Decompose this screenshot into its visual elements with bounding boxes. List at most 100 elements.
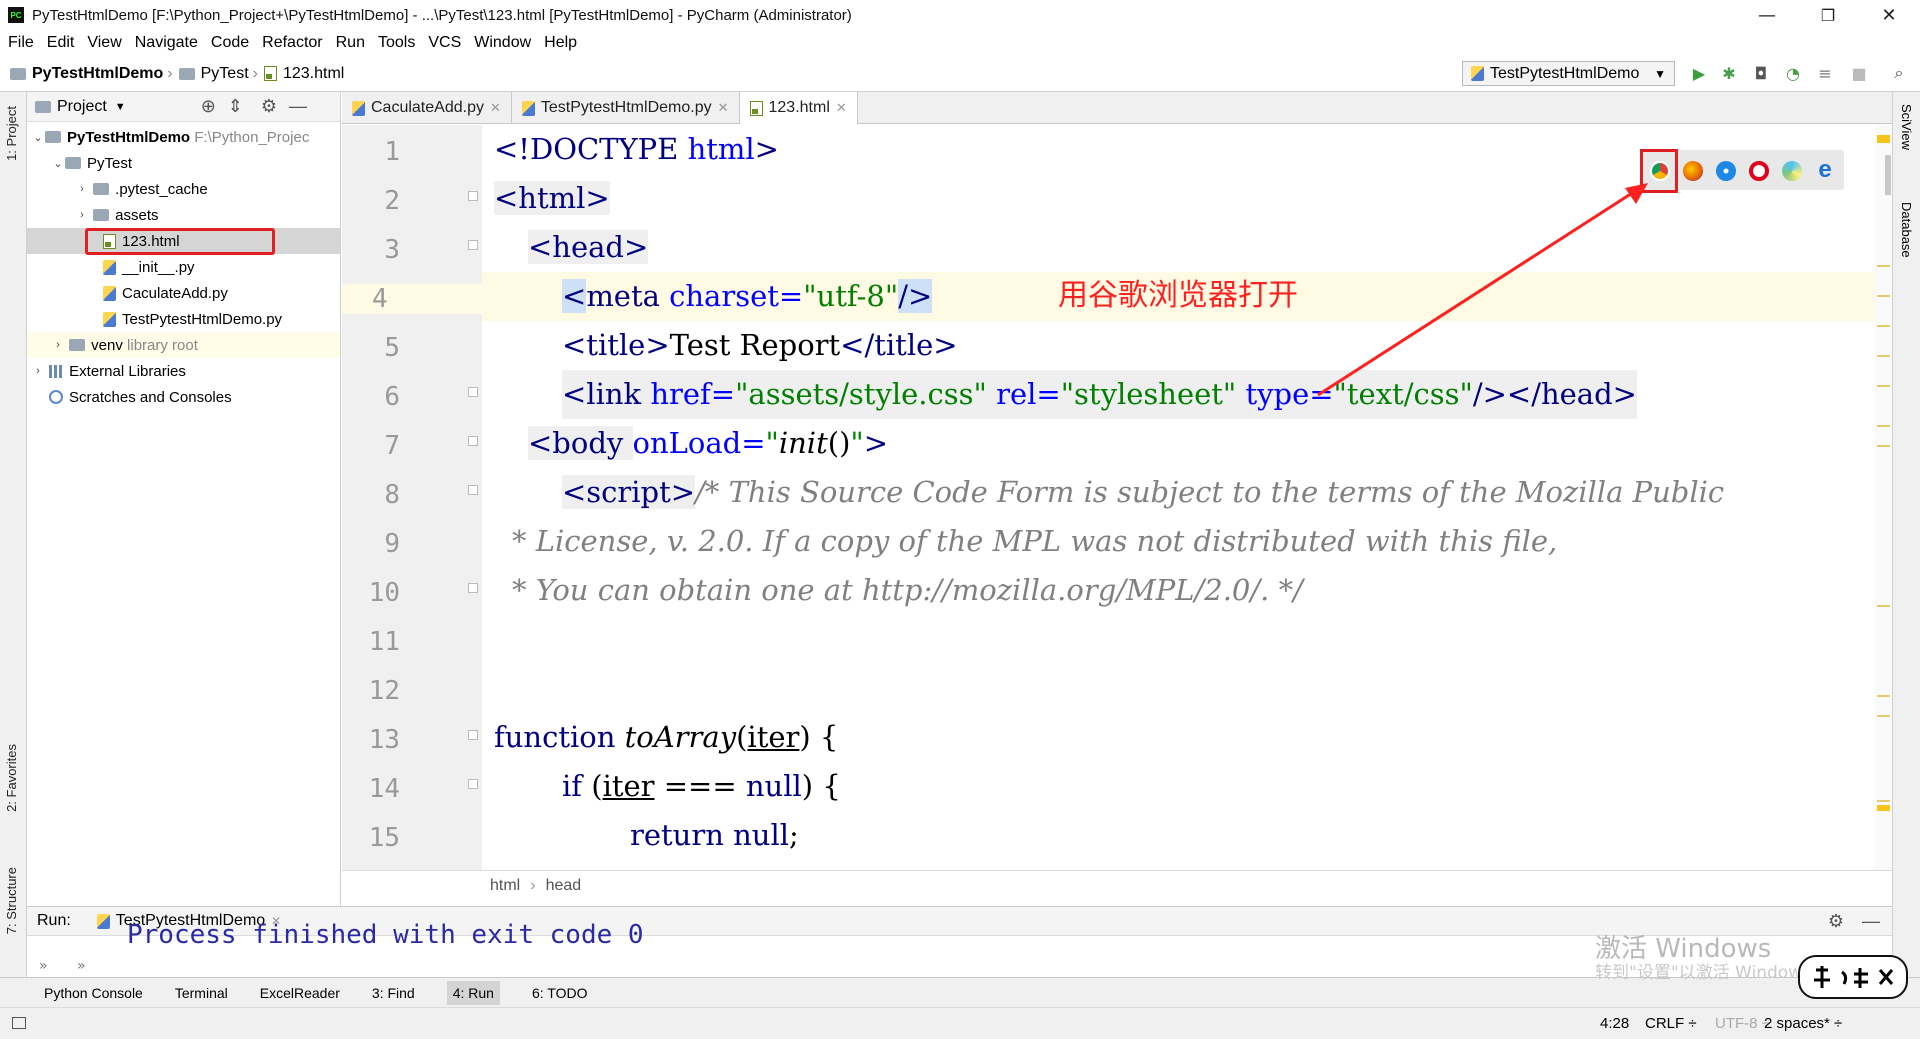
usage-mark[interactable] <box>1877 325 1890 327</box>
usage-mark[interactable] <box>1877 715 1890 717</box>
tool-todo[interactable]: 6: TODO <box>532 985 588 1001</box>
tree-item-external-libraries[interactable]: › External Libraries <box>27 358 340 384</box>
tool-run[interactable]: 4: Run <box>446 980 500 1005</box>
indent-setting[interactable]: 2 spaces* ÷ <box>1764 1015 1842 1032</box>
tab-database[interactable]: Database <box>1899 202 1914 258</box>
usage-mark[interactable] <box>1877 605 1890 607</box>
line-number: 6 <box>384 382 400 412</box>
line-separator[interactable]: CRLF ÷ <box>1645 1015 1697 1032</box>
usage-mark[interactable] <box>1877 265 1890 267</box>
warning-mark[interactable] <box>1877 135 1890 143</box>
fold-marker-icon[interactable] <box>468 730 478 740</box>
file-encoding[interactable]: UTF-8 ÷ <box>1715 1015 1770 1032</box>
scrollbar-thumb[interactable] <box>1885 155 1891 195</box>
usage-mark[interactable] <box>1877 295 1890 297</box>
coverage-icon[interactable]: ◘ <box>1752 64 1770 83</box>
tab-caculateadd[interactable]: CaculateAdd.py ✕ <box>342 92 512 124</box>
tab-favorites[interactable]: 2: Favorites <box>4 744 19 812</box>
nav-project[interactable]: PyTestHtmlDemo <box>10 65 163 83</box>
maximize-button[interactable]: ❐ <box>1798 0 1858 30</box>
run-config-select[interactable]: TestPytestHtmlDemo ▼ <box>1462 61 1675 86</box>
yandex-icon[interactable] <box>1782 161 1802 181</box>
warning-mark[interactable] <box>1877 805 1890 811</box>
code-editor[interactable]: <!DOCTYPE html> <html> <head> <meta char… <box>482 125 1892 870</box>
tab-project[interactable]: 1: Project <box>4 106 19 161</box>
firefox-icon[interactable] <box>1683 161 1703 181</box>
cursor-position[interactable]: 4:28 <box>1600 1015 1629 1032</box>
close-icon[interactable]: ✕ <box>490 100 501 116</box>
collapse-icon[interactable]: ⇕ <box>228 96 243 117</box>
toggle-panels-icon[interactable] <box>12 1017 26 1029</box>
editor-scrollbar[interactable] <box>1875 125 1892 870</box>
tree-item-pytest-cache[interactable]: › .pytest_cache <box>27 176 340 202</box>
tab-testpytesthtmldemo[interactable]: TestPytestHtmlDemo.py ✕ <box>512 92 740 124</box>
menu-refactor[interactable]: Refactor <box>262 34 322 52</box>
stop-icon[interactable]: ■ <box>1850 64 1868 83</box>
fold-marker-icon[interactable] <box>468 191 478 201</box>
fold-marker-icon[interactable] <box>468 583 478 593</box>
tree-item-testpytesthtmldemo[interactable]: TestPytestHtmlDemo.py <box>27 306 340 332</box>
breadcrumb-html[interactable]: html <box>490 877 520 895</box>
tab-123-html[interactable]: 123.html ✕ <box>739 92 858 124</box>
close-icon[interactable]: ✕ <box>836 100 847 116</box>
usage-mark[interactable] <box>1877 800 1890 802</box>
fold-marker-icon[interactable] <box>468 240 478 250</box>
minimize-button[interactable]: — <box>1737 0 1797 30</box>
tool-find[interactable]: 3: Find <box>372 985 415 1001</box>
menu-run[interactable]: Run <box>336 34 365 52</box>
more-icon[interactable]: » <box>77 958 86 974</box>
chevron-down-icon[interactable]: ▼ <box>115 101 126 113</box>
tool-excelreader[interactable]: ExcelReader <box>260 985 340 1001</box>
usage-mark[interactable] <box>1877 355 1890 357</box>
fold-marker-icon[interactable] <box>468 485 478 495</box>
menu-help[interactable]: Help <box>544 34 577 52</box>
nav-file[interactable]: 123.html <box>263 65 344 83</box>
tree-item-venv[interactable]: › venv library root <box>27 332 340 358</box>
menu-file[interactable]: File <box>8 34 34 52</box>
menu-code[interactable]: Code <box>211 34 249 52</box>
menu-view[interactable]: View <box>87 34 121 52</box>
menu-tools[interactable]: Tools <box>378 34 415 52</box>
debug-icon[interactable]: ✱ <box>1720 64 1738 83</box>
profile-icon[interactable]: ◔ <box>1784 64 1802 83</box>
tree-item-assets[interactable]: › assets <box>27 202 340 228</box>
fold-marker-icon[interactable] <box>468 436 478 446</box>
tree-item-init-py[interactable]: __init__.py <box>27 254 340 280</box>
breadcrumb-head[interactable]: head <box>546 877 582 895</box>
opera-icon[interactable] <box>1749 161 1769 181</box>
tab-sciview[interactable]: SciView <box>1899 104 1914 150</box>
tool-terminal[interactable]: Terminal <box>175 985 228 1001</box>
run-icon[interactable]: ▶ <box>1690 64 1708 83</box>
usage-mark[interactable] <box>1877 695 1890 697</box>
nav-folder[interactable]: PyTest <box>178 65 249 83</box>
close-icon[interactable]: ✕ <box>718 100 729 116</box>
more-icon[interactable]: » <box>39 958 48 974</box>
gear-icon[interactable]: ⚙ <box>261 96 277 117</box>
concurrency-icon[interactable]: ≡ <box>1816 64 1834 83</box>
fold-marker-icon[interactable] <box>468 779 478 789</box>
usage-mark[interactable] <box>1877 385 1890 387</box>
hide-icon[interactable]: — <box>1862 911 1880 932</box>
gear-icon[interactable]: ⚙ <box>1828 911 1844 932</box>
fold-marker-icon[interactable] <box>468 387 478 397</box>
locate-icon[interactable]: ⊕ <box>201 96 216 117</box>
tree-item-scratches[interactable]: Scratches and Consoles <box>27 384 340 410</box>
tab-structure[interactable]: 7: Structure <box>4 867 19 934</box>
usage-mark[interactable] <box>1877 425 1890 427</box>
project-view-select[interactable]: Project <box>57 98 107 116</box>
safari-icon[interactable] <box>1716 161 1736 181</box>
ie-icon[interactable]: e <box>1815 158 1835 182</box>
search-icon[interactable]: ⌕ <box>1890 63 1908 82</box>
tool-python-console[interactable]: Python Console <box>44 985 143 1001</box>
menu-vcs[interactable]: VCS <box>428 34 461 52</box>
menu-window[interactable]: Window <box>474 34 531 52</box>
tree-item-pytest[interactable]: ⌄ PyTest <box>27 150 340 176</box>
menu-edit[interactable]: Edit <box>47 34 75 52</box>
menu-bar: File Edit View Navigate Code Refactor Ru… <box>0 30 1920 56</box>
hide-icon[interactable]: — <box>289 96 307 117</box>
tree-item-root[interactable]: ⌄ PyTestHtmlDemo F:\Python_Projec <box>27 124 340 150</box>
close-button[interactable]: ✕ <box>1859 0 1919 30</box>
menu-navigate[interactable]: Navigate <box>135 34 198 52</box>
tree-item-caculateadd[interactable]: CaculateAdd.py <box>27 280 340 306</box>
usage-mark[interactable] <box>1877 445 1890 447</box>
